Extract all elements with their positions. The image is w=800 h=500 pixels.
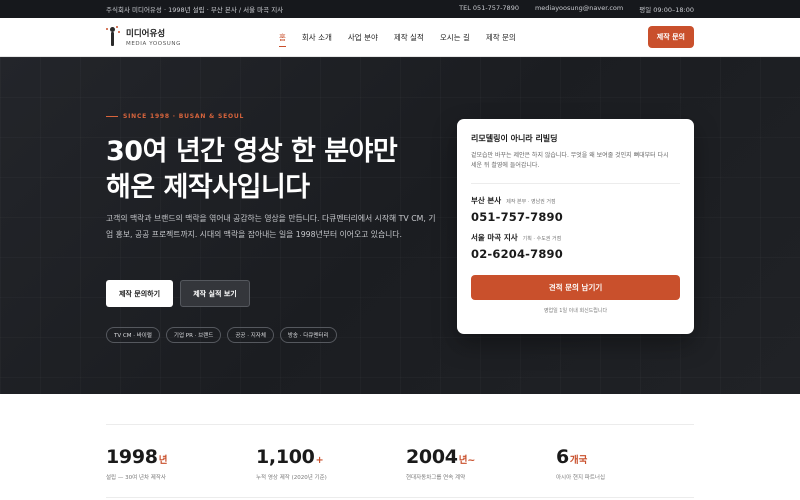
topbar-hours: 평일 09:00–18:00 (639, 6, 694, 14)
hero-description: 고객의 맥락과 브랜드의 맥락을 엮어내 공감하는 영상을 만듭니다. 다큐멘터… (106, 214, 436, 239)
stat-productions: 1,100+ 누적 영상 제작 (2020년 기준) (256, 446, 327, 481)
stat-number: 2004 (406, 446, 458, 468)
hero-title-line1: 30여 년간 영상 한 분야만 (106, 136, 398, 167)
inquiry-button[interactable]: 제작 문의하기 (106, 280, 173, 307)
card-title: 리모델링이 아니라 리빌딩 (471, 134, 558, 143)
portfolio-button[interactable]: 제작 실적 보기 (180, 280, 250, 307)
office-name: 서울 마곡 지사 (471, 233, 518, 242)
contact-card: 리모델링이 아니라 리빌딩 겉모습만 바꾸는 제안은 하지 않습니다. 무엇을 … (457, 119, 694, 334)
nav-portfolio[interactable]: 제작 실적 (394, 32, 424, 43)
stat-unit: + (315, 455, 324, 466)
stat-hyundai: 2004년~ 현대자동차그룹 연속 계약 (406, 446, 475, 481)
stat-unit: 개국 (569, 455, 588, 466)
card-subtitle: 겉모습만 바꾸는 제안은 하지 않습니다. 무엇을 왜 보여줄 것인지 뼈대부터… (471, 152, 669, 169)
stats-divider-bottom (106, 497, 694, 498)
nav-home[interactable]: 홈 (279, 32, 286, 47)
tag-broadcast: 방송 · 다큐멘터리 (279, 327, 337, 343)
office-phone[interactable]: 02-6204-7890 (471, 247, 680, 261)
logo-name-en: MEDIA YOOSUNG (126, 41, 181, 47)
logo-name-ko: 미디어유성 (126, 29, 166, 39)
stats-divider-top (106, 424, 694, 425)
logo-text: 미디어유성 MEDIA YOOSUNG (126, 27, 181, 47)
stat-label: 아시아 현지 파트너십 (556, 475, 606, 481)
nav-location[interactable]: 오시는 길 (440, 32, 470, 43)
service-tags: TV CM · 바이럴 기업 PR · 브랜드 공공 · 지자체 방송 · 다큐… (106, 327, 337, 343)
topbar-email[interactable]: mediayoosung@naver.com (535, 4, 623, 14)
card-divider (471, 183, 680, 184)
stat-unit: 년~ (458, 455, 476, 466)
stat-number: 1,100 (256, 446, 315, 468)
hero-eyebrow: SINCE 1998 · BUSAN & SEOUL (106, 113, 244, 120)
header-inquiry-button[interactable]: 제작 문의 (647, 26, 694, 48)
logo[interactable]: 미디어유성 MEDIA YOOSUNG (106, 26, 181, 48)
site-header: 미디어유성 MEDIA YOOSUNG 홈 회사 소개 사업 분야 제작 실적 … (0, 18, 800, 57)
stat-label: 설립 — 30여 년차 제작사 (106, 475, 166, 481)
stat-countries: 6개국 아시아 현지 파트너십 (556, 446, 605, 481)
stats-section: 1998년 설립 — 30여 년차 제작사 1,100+ 누적 영상 제작 (2… (0, 394, 800, 500)
stat-label: 누적 영상 제작 (2020년 기준) (256, 475, 327, 481)
stat-number: 6 (556, 446, 569, 468)
eyebrow-text: SINCE 1998 · BUSAN & SEOUL (123, 113, 245, 120)
hero-title-line2: 해온 제작사입니다 (106, 172, 310, 203)
logo-figure-icon (106, 26, 120, 48)
tag-tvcm: TV CM · 바이럴 (106, 327, 160, 343)
card-footnote: 영업일 1일 이내 회신드립니다 (543, 308, 608, 314)
quote-request-button[interactable]: 견적 문의 남기기 (471, 275, 680, 300)
office-busan: 부산 본사 제작 본부 · 영남권 거점 051-757-7890 (471, 195, 680, 224)
stat-founded: 1998년 설립 — 30여 년차 제작사 (106, 446, 167, 481)
office-name: 부산 본사 (471, 196, 502, 205)
stat-label: 현대자동차그룹 연속 계약 (406, 475, 466, 481)
tag-corporate-pr: 기업 PR · 브랜드 (165, 327, 222, 343)
stat-unit: 년 (158, 455, 168, 466)
company-info-text: 주식회사 미디어유성 · 1998년 설립 · 부산 본사 / 서울 마곡 지사 (106, 6, 284, 14)
office-note: 기획 · 수도권 거점 (522, 236, 562, 242)
office-note: 제작 본부 · 영남권 거점 (506, 199, 556, 205)
topbar-tel[interactable]: TEL 051-757-7890 (459, 4, 519, 14)
stat-number: 1998 (106, 446, 158, 468)
hero-title: 30여 년간 영상 한 분야만 해온 제작사입니다 (106, 134, 426, 206)
eyebrow-line (106, 116, 118, 117)
main-nav: 홈 회사 소개 사업 분야 제작 실적 오시는 길 제작 문의 (279, 32, 516, 47)
nav-business[interactable]: 사업 분야 (348, 32, 378, 43)
office-phone[interactable]: 051-757-7890 (471, 210, 680, 224)
contact-info: TEL 051-757-7890 mediayoosung@naver.com … (459, 4, 694, 14)
nav-inquiry[interactable]: 제작 문의 (486, 32, 516, 43)
tag-public: 공공 · 지자체 (227, 327, 274, 343)
nav-about[interactable]: 회사 소개 (302, 32, 332, 43)
office-seoul: 서울 마곡 지사 기획 · 수도권 거점 02-6204-7890 (471, 232, 680, 261)
top-info-bar: 주식회사 미디어유성 · 1998년 설립 · 부산 본사 / 서울 마곡 지사… (0, 0, 800, 18)
